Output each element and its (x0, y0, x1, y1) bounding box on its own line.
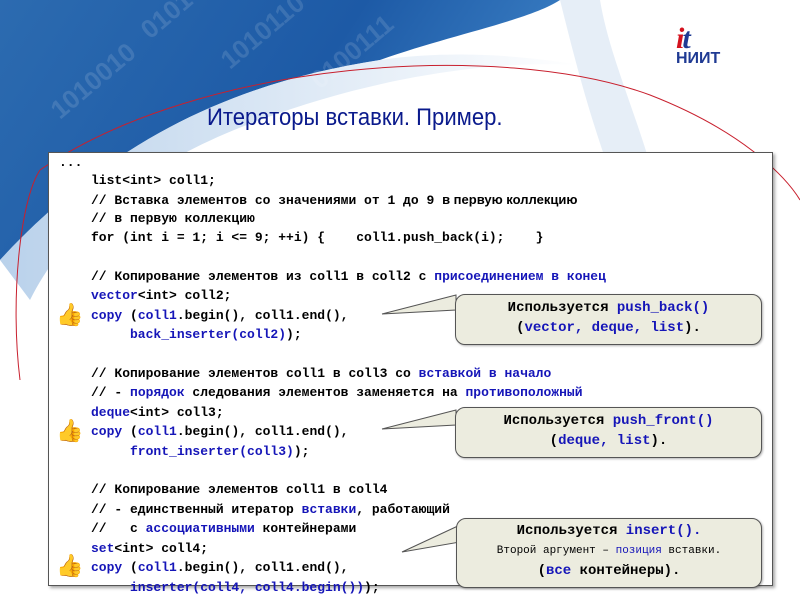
code-text: .begin(), coll1.end(), (176, 560, 349, 575)
code-keyword: set (91, 540, 115, 556)
code-keyword: copy (91, 307, 123, 323)
code-text: // Копирование элементов coll1 в coll3 с… (91, 365, 419, 381)
niit-logo: it НИИТ (676, 22, 736, 68)
code-keyword: порядок (130, 385, 185, 400)
code-line: copy (coll1.begin(), coll1.end(), (91, 422, 348, 441)
code-text: ... (59, 155, 83, 170)
code-line: // - единственный итератор вставки, рабо… (91, 500, 450, 519)
code-text: .begin(), coll1.end(), (176, 307, 349, 323)
code-line: copy (coll1.begin(), coll1.end(), (91, 558, 348, 577)
code-keyword: coll1 (137, 424, 177, 439)
slide-title: Итераторы вставки. Пример. (207, 104, 503, 131)
code-keyword: copy (91, 560, 123, 575)
code-line: set<int> coll4; (91, 539, 208, 558)
code-line: // с ассоциативными контейнерами (91, 519, 356, 538)
code-line: list<int> coll1; (91, 171, 216, 190)
logo-text: НИИТ (676, 50, 721, 67)
code-text: // Вставка элементов со значениями от 1 … (91, 192, 443, 208)
code-text: в первую коллекцию (442, 191, 578, 207)
code-line: for (int i = 1; i <= 9; ++i) { coll1.pus… (91, 228, 543, 247)
code-text: ); (293, 443, 310, 459)
code-keyword: front_inserter(coll3) (91, 443, 294, 459)
thumbs-up-icon: 👍 (56, 302, 84, 327)
code-text: // - единственный итератор (91, 501, 302, 517)
code-keyword: vector (91, 288, 138, 303)
code-line: vector<int> coll2; (91, 286, 231, 305)
code-text: // Копирование элементов coll1 в coll4 (91, 482, 388, 497)
code-line: // - порядок следования элементов заменя… (91, 383, 583, 402)
code-keyword: copy (91, 424, 123, 439)
code-text: <int> coll2; (137, 288, 232, 303)
callout-push-back: Используется push_back() (vector, deque,… (455, 294, 762, 345)
callout-push-front: Используется push_front() (deque, list). (455, 407, 762, 458)
code-text: следования элементов заменяется на (184, 385, 466, 400)
code-line: // Копирование элементов coll1 в coll3 с… (91, 364, 551, 383)
code-keyword: deque (91, 404, 131, 420)
code-ellipsis: ... (59, 153, 82, 172)
code-keyword: back_inserter(coll2) (91, 327, 287, 342)
callout-insert: Используется insert(). Второй аргумент –… (456, 518, 762, 588)
code-keyword: inserter(coll4, coll4.begin()) (91, 579, 365, 595)
code-text: // с (91, 521, 146, 536)
code-keyword: присоединением в конец (434, 269, 606, 284)
code-text: // - (91, 385, 131, 400)
code-keyword: противоположный (465, 385, 583, 400)
code-line: back_inserter(coll2)); (91, 325, 302, 344)
thumbs-up-icon: 👍 (56, 418, 84, 443)
code-keyword: вставкой в начало (418, 365, 552, 381)
code-keyword: ассоциативными (145, 521, 255, 536)
code-keyword: coll1 (137, 560, 177, 575)
code-line: // в первую коллекцию (91, 209, 255, 228)
code-text: , работающий (356, 501, 450, 517)
code-text: контейнерами (254, 521, 357, 536)
code-text: ); (286, 327, 302, 342)
code-keyword: вставки (301, 501, 357, 517)
code-text: ( (122, 560, 138, 575)
code-text: <int> coll3; (130, 404, 224, 420)
code-text: ( (122, 307, 138, 323)
code-keyword: coll1 (137, 307, 177, 323)
code-text: // Копирование элементов из coll1 в coll… (91, 269, 435, 284)
code-text: <int> coll4; (114, 540, 209, 556)
code-line: // Вставка элементов со значениями от 1 … (91, 190, 577, 210)
code-text: ( (122, 424, 138, 439)
code-text: ); (364, 579, 380, 595)
thumbs-up-icon: 👍 (56, 553, 84, 578)
code-line: copy (coll1.begin(), coll1.end(), (91, 306, 348, 325)
code-line: inserter(coll4, coll4.begin())); (91, 578, 380, 597)
code-line: // Копирование элементов из coll1 в coll… (91, 267, 606, 286)
code-text: for (int i = 1; i <= 9; ++i) { coll1.pus… (91, 230, 544, 245)
code-text: // в первую коллекцию (91, 211, 255, 226)
code-line: front_inserter(coll3)); (91, 442, 309, 461)
code-line: // Копирование элементов coll1 в coll4 (91, 480, 387, 499)
code-text: list<int> coll1; (91, 172, 216, 188)
code-text: .begin(), coll1.end(), (176, 424, 349, 439)
code-line: deque<int> coll3; (91, 403, 224, 422)
